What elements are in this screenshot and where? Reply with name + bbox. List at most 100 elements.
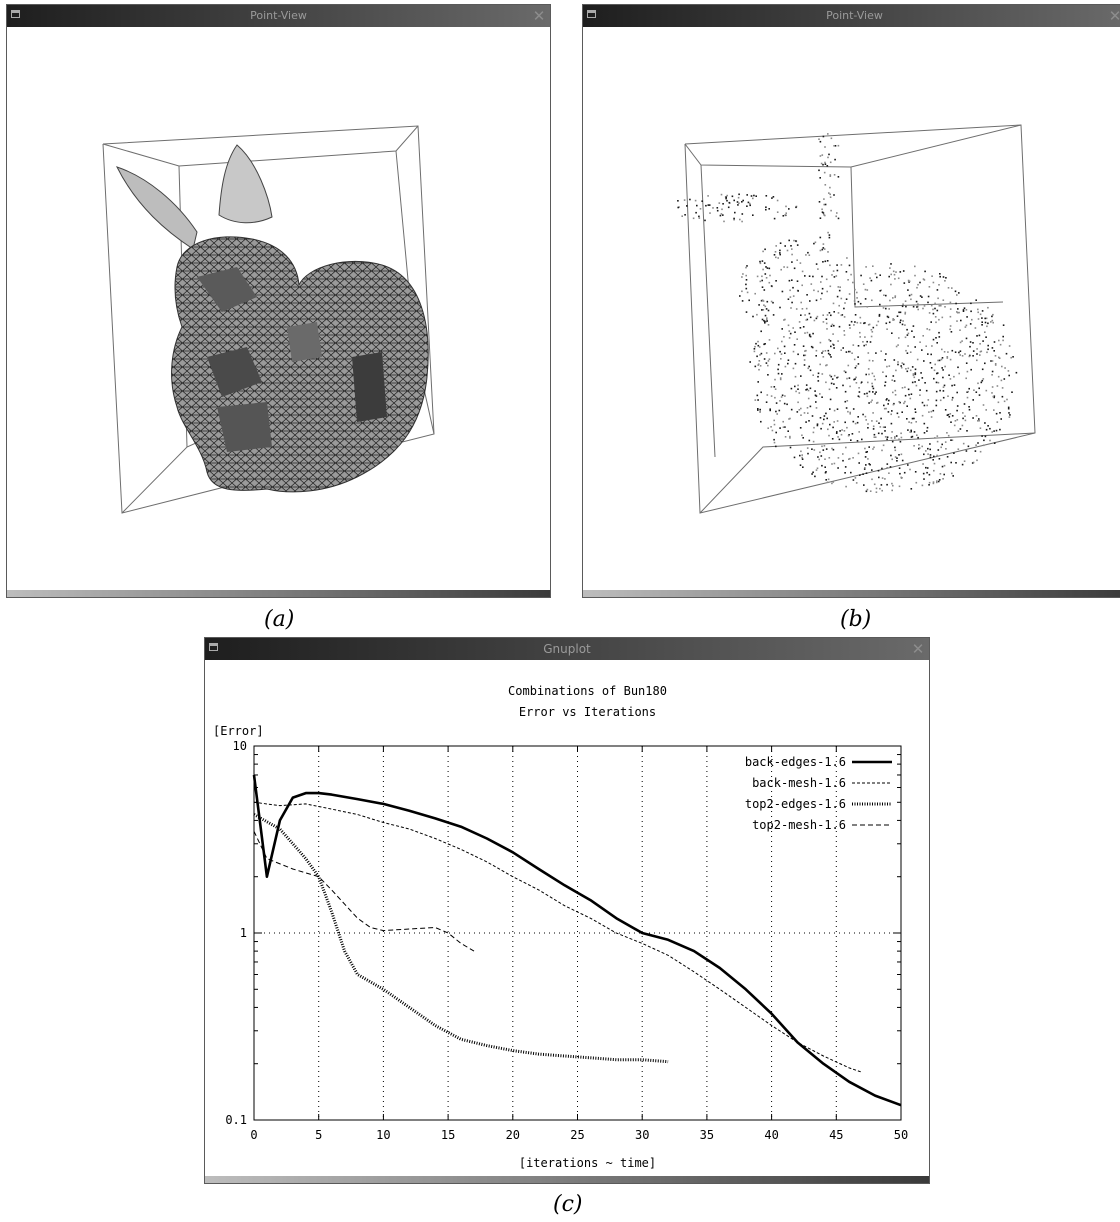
cloud-point xyxy=(815,317,818,320)
cloud-point xyxy=(926,430,928,432)
cloud-point xyxy=(897,363,899,366)
cloud-point xyxy=(831,438,834,440)
cloud-point xyxy=(937,297,939,300)
cloud-point xyxy=(760,330,762,333)
cloud-point xyxy=(897,277,900,280)
cloud-point xyxy=(829,196,832,198)
cloud-point xyxy=(972,355,974,357)
window-title-a: Point-View xyxy=(250,9,307,22)
cloud-point xyxy=(779,400,781,402)
cloud-point xyxy=(850,471,852,474)
cloud-point xyxy=(928,473,931,476)
cloud-point xyxy=(857,345,860,347)
cloud-point xyxy=(797,384,799,387)
cloud-point xyxy=(883,404,885,407)
cloud-point xyxy=(808,312,811,315)
window-menu-icon[interactable] xyxy=(587,10,596,18)
cloud-point xyxy=(940,446,942,449)
cloud-point xyxy=(944,441,947,443)
cloud-point xyxy=(831,378,834,380)
cloud-point xyxy=(998,339,1000,342)
cloud-point xyxy=(838,289,841,292)
cloud-point xyxy=(978,419,980,422)
cloud-point xyxy=(949,315,952,318)
cloud-point xyxy=(802,326,805,328)
cloud-point xyxy=(881,449,883,452)
cloud-point xyxy=(779,249,781,252)
cloud-point xyxy=(802,345,805,347)
cloud-point xyxy=(914,471,917,473)
cloud-point xyxy=(978,387,980,390)
cloud-point xyxy=(974,327,977,329)
cloud-point xyxy=(860,381,863,383)
titlebar-c[interactable]: Gnuplot ✕ xyxy=(205,638,929,660)
cloud-point xyxy=(999,412,1001,414)
cloud-point xyxy=(923,305,926,307)
cloud-point xyxy=(972,461,975,464)
close-icon[interactable]: ✕ xyxy=(528,5,550,27)
cloud-point xyxy=(906,334,909,336)
cloud-point xyxy=(787,359,790,361)
cloud-point xyxy=(905,349,907,352)
cloud-point xyxy=(869,341,872,343)
cloud-point xyxy=(749,202,751,205)
cloud-point xyxy=(838,325,841,328)
cloud-point xyxy=(989,439,991,442)
cloud-point xyxy=(947,287,950,289)
cloud-point xyxy=(921,349,923,351)
cloud-point xyxy=(805,307,808,310)
cloud-point xyxy=(835,275,838,277)
cloud-point xyxy=(997,401,1000,404)
cloud-point xyxy=(934,437,936,439)
window-menu-icon[interactable] xyxy=(209,643,218,651)
cloud-point xyxy=(897,361,899,363)
cloud-point xyxy=(979,343,981,345)
cloud-point xyxy=(959,341,962,344)
cloud-point xyxy=(886,483,888,486)
cloud-point xyxy=(961,424,964,427)
cloud-point xyxy=(987,348,989,351)
titlebar-b[interactable]: Point-View ✕ xyxy=(583,5,1120,27)
cloud-point xyxy=(803,412,806,414)
cloud-point xyxy=(832,302,835,305)
cloud-point xyxy=(755,342,757,345)
cloud-point xyxy=(888,321,891,324)
cloud-point xyxy=(826,290,828,293)
cloud-point xyxy=(898,454,900,456)
cloud-point xyxy=(836,376,838,379)
cloud-point xyxy=(884,384,886,387)
cloud-point xyxy=(962,417,964,420)
cloud-point xyxy=(976,459,978,462)
cloud-point xyxy=(967,445,970,448)
cloud-point xyxy=(926,467,929,469)
cloud-point xyxy=(959,428,962,430)
cloud-point xyxy=(944,306,946,308)
cloud-point xyxy=(821,287,824,290)
cloud-point xyxy=(845,485,847,488)
cloud-point xyxy=(939,389,941,392)
cloud-point xyxy=(871,478,873,481)
cloud-point xyxy=(984,435,987,438)
cloud-point xyxy=(754,292,756,295)
cloud-point xyxy=(788,279,791,282)
window-menu-icon[interactable] xyxy=(11,10,20,18)
cloud-point xyxy=(904,311,907,314)
cloud-point xyxy=(826,165,829,167)
cloud-point xyxy=(794,331,796,333)
cloud-point xyxy=(815,355,817,357)
close-icon[interactable]: ✕ xyxy=(907,638,929,660)
cloud-point xyxy=(968,406,970,408)
cloud-point xyxy=(815,349,818,352)
cloud-point xyxy=(767,360,770,362)
close-icon[interactable]: ✕ xyxy=(1104,5,1120,27)
cloud-point xyxy=(759,354,761,356)
cloud-point xyxy=(946,456,949,458)
titlebar-a[interactable]: Point-View ✕ xyxy=(7,5,550,27)
cloud-point xyxy=(782,420,784,423)
cloud-point xyxy=(970,302,972,305)
cloud-point xyxy=(890,437,893,439)
cloud-point xyxy=(856,291,858,294)
cloud-point xyxy=(790,387,793,390)
cloud-point xyxy=(765,308,768,310)
cloud-point xyxy=(996,421,999,423)
